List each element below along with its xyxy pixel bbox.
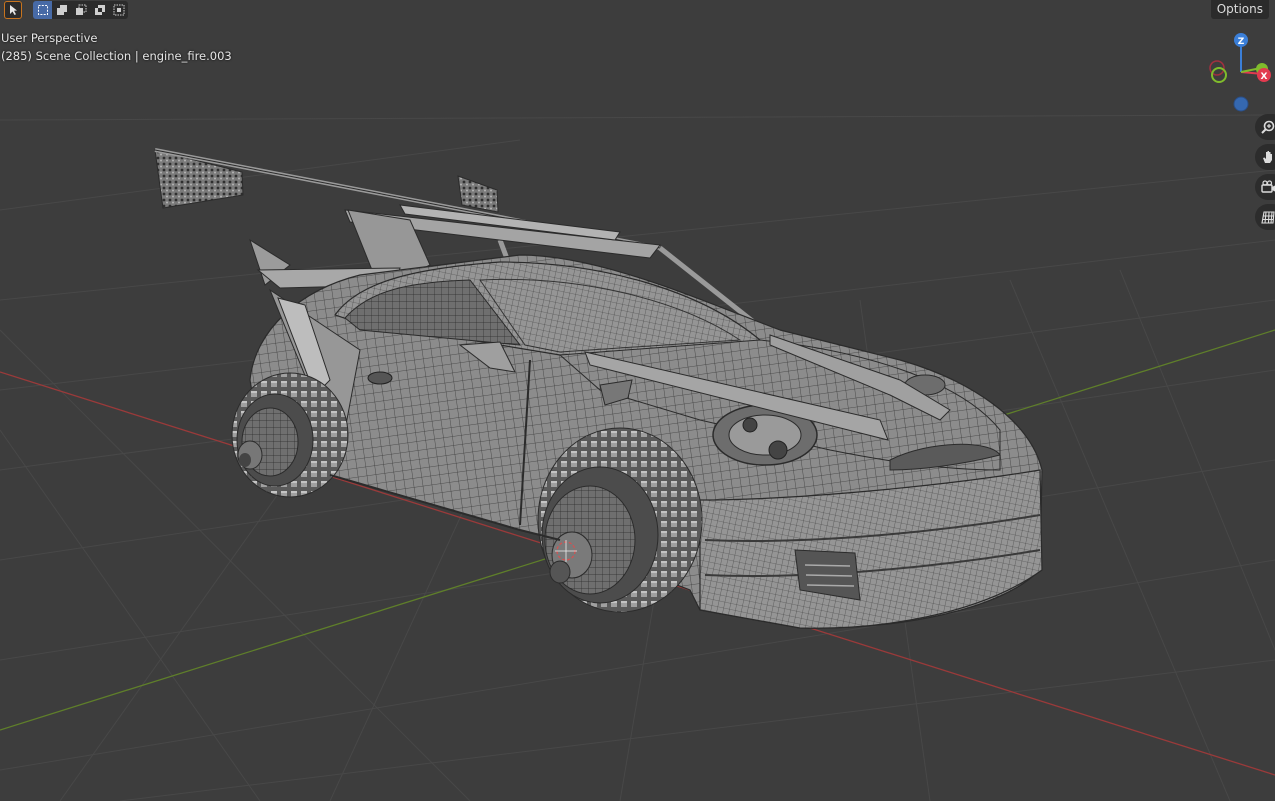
camera-view-button[interactable]: [1255, 174, 1275, 200]
3d-viewport[interactable]: Options User Perspective (285) Scene Col…: [0, 0, 1275, 801]
select-box-extend-icon[interactable]: [52, 1, 71, 19]
camera-icon: [1261, 180, 1275, 193]
view-name-label: User Perspective: [1, 31, 98, 45]
rear-wheel: [231, 372, 349, 498]
zoom-icon: [1261, 120, 1275, 134]
pan-hand-icon: [1263, 151, 1272, 163]
negative-z-axis-icon: [1233, 96, 1249, 112]
ortho-toggle-button[interactable]: [1255, 204, 1275, 230]
scene-info-label: (285) Scene Collection | engine_fire.003: [1, 49, 232, 63]
select-box-subtract-icon[interactable]: [71, 1, 90, 19]
select-box-new-icon[interactable]: [33, 1, 52, 19]
select-tool-toolbar: [4, 0, 128, 20]
select-cursor-icon[interactable]: [4, 1, 22, 19]
select-box-difference-icon[interactable]: [90, 1, 109, 19]
viewport-scene[interactable]: [0, 0, 1275, 801]
navigation-gizmo[interactable]: Z X: [1205, 28, 1275, 118]
zoom-button[interactable]: [1255, 114, 1275, 140]
select-box-intersect-icon[interactable]: [109, 1, 128, 19]
x-axis-label: X: [1261, 72, 1268, 82]
car-mesh: [154, 148, 1043, 629]
z-axis-label: Z: [1238, 37, 1245, 47]
grid-ortho-icon: [1261, 211, 1275, 224]
front-wheel: [537, 427, 703, 613]
options-dropdown[interactable]: Options: [1210, 0, 1269, 19]
pan-button[interactable]: [1255, 144, 1275, 170]
